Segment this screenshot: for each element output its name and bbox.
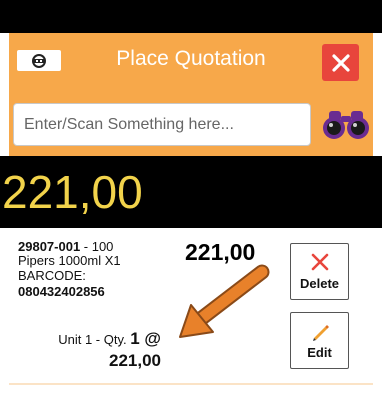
title-row: Place Quotation xyxy=(9,33,373,89)
item-price: 221,00 xyxy=(185,239,256,265)
delete-button[interactable]: Delete xyxy=(290,243,349,300)
divider xyxy=(9,383,373,385)
pencil-icon xyxy=(312,325,329,341)
edit-label: Edit xyxy=(307,345,332,360)
close-icon xyxy=(311,253,328,271)
item-description: Pipers 1000ml X1 xyxy=(18,253,121,268)
binoculars-icon[interactable] xyxy=(322,107,370,141)
total-amount: 221,00 xyxy=(2,166,143,218)
header: Place Quotation xyxy=(9,33,373,156)
close-button[interactable] xyxy=(322,44,359,81)
unit-prefix: Unit 1 - Qty. xyxy=(58,332,131,347)
search-input[interactable] xyxy=(14,104,310,145)
item-qty: 1 xyxy=(130,329,140,348)
at-sign: @ xyxy=(139,329,161,348)
item-code: 29807-001 xyxy=(18,239,81,254)
list-item: 29807-001 - 100 Pipers 1000ml X1 BARCODE… xyxy=(0,228,382,394)
page-title: Place Quotation xyxy=(116,47,266,70)
close-icon xyxy=(331,53,350,72)
delete-label: Delete xyxy=(299,276,340,291)
barcode-value: 080432402856 xyxy=(18,284,105,299)
item-code-suffix: - 100 xyxy=(80,239,114,254)
edit-button[interactable]: Edit xyxy=(290,312,349,369)
unit-price: 221,00 xyxy=(109,351,161,370)
total-bar: 221,00 xyxy=(0,156,382,228)
search-field[interactable] xyxy=(13,103,311,146)
barcode-label: BARCODE: xyxy=(18,268,86,283)
unit-qty-line: Unit 1 - Qty. 1 @ xyxy=(58,329,161,349)
item-code-line: 29807-001 - 100 xyxy=(18,240,113,254)
status-bar xyxy=(0,0,382,33)
